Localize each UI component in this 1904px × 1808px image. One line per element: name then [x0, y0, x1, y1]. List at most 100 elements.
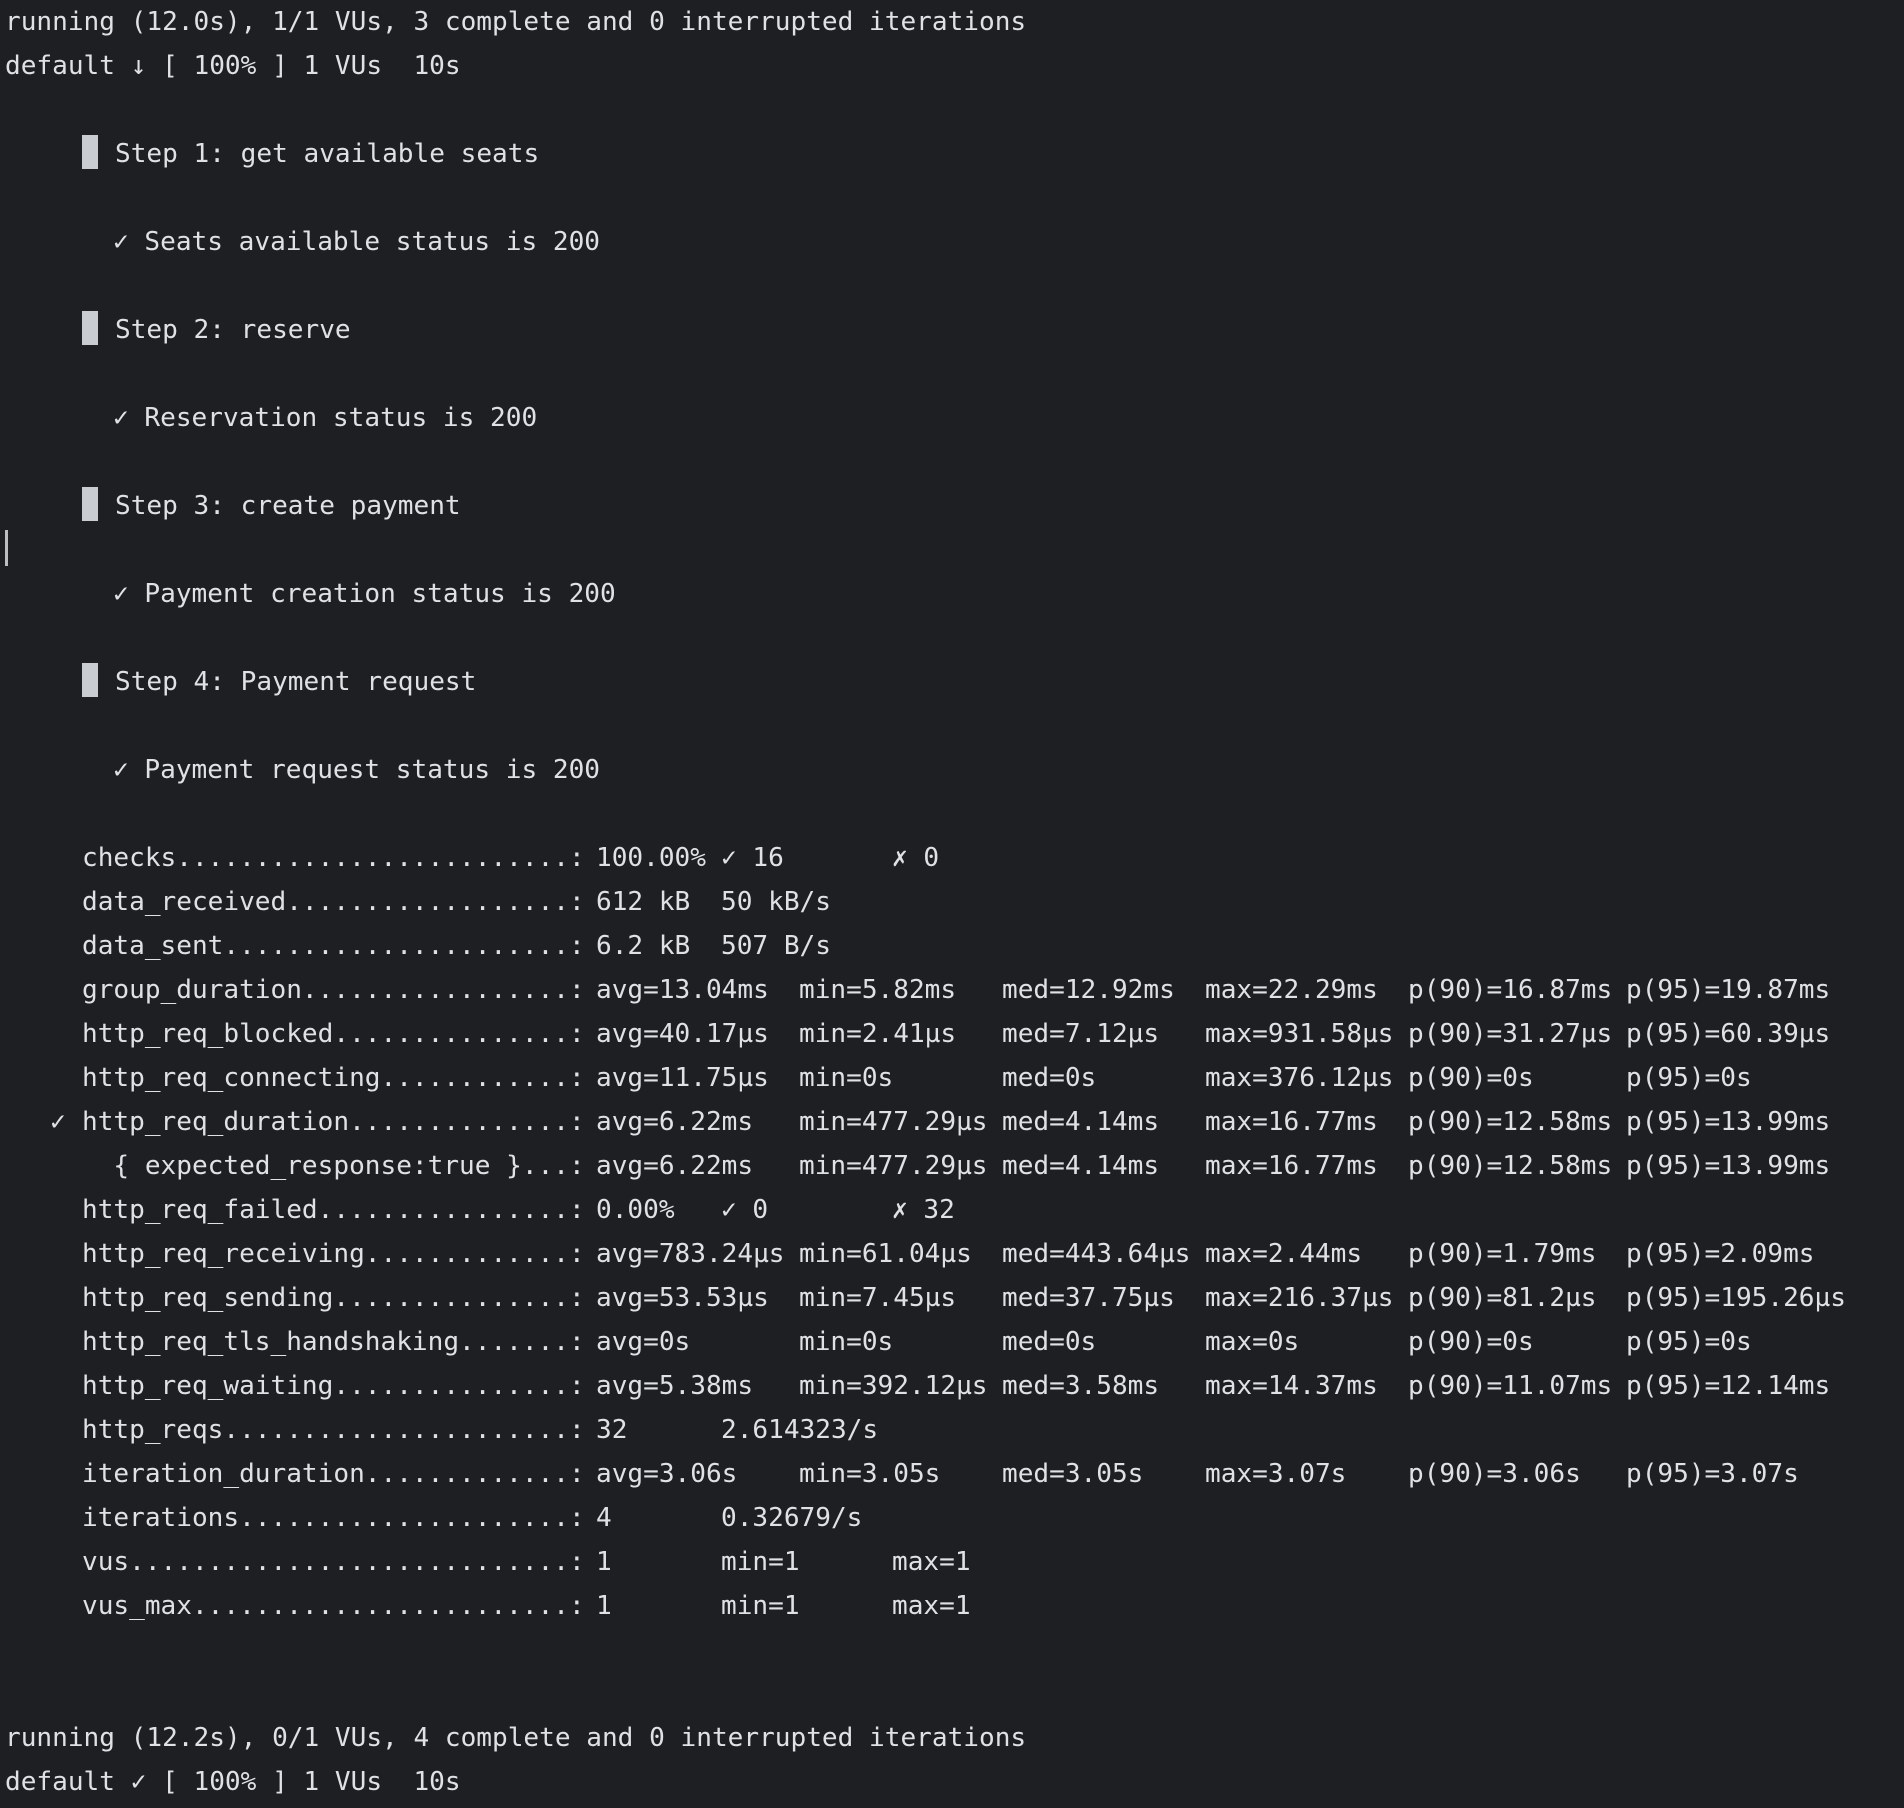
- final-run-status-line: running (12.2s), 0/1 VUs, 4 complete and…: [5, 1723, 1027, 1753]
- group-marker-icon: [82, 310, 98, 345]
- metric-name: vus............................:: [82, 1547, 585, 1577]
- metric-value: max=16.77ms: [1205, 1151, 1378, 1181]
- metric-value: min=61.04µs: [799, 1239, 972, 1269]
- metric-name: iterations.....................:: [82, 1503, 585, 1533]
- metric-name: group_duration.................:: [82, 975, 585, 1005]
- metric-value: 507 B/s: [721, 931, 831, 961]
- metric-value: p(95)=195.26µs: [1626, 1283, 1846, 1313]
- metric-value: max=14.37ms: [1205, 1371, 1378, 1401]
- metric-value: max=376.12µs: [1205, 1063, 1394, 1093]
- metric-name: iteration_duration.............:: [82, 1459, 585, 1489]
- metric-value: p(95)=0s: [1626, 1063, 1752, 1093]
- metric-value: ✗ 0: [892, 843, 940, 873]
- metric-value: 0.32679/s: [721, 1503, 863, 1533]
- metric-value: med=7.12µs: [1002, 1019, 1160, 1049]
- metric-value: avg=0s: [596, 1327, 691, 1357]
- group-step-2: Step 2: reserve: [82, 308, 351, 352]
- metric-value: p(95)=12.14ms: [1626, 1371, 1831, 1401]
- metric-value: 32: [596, 1415, 628, 1445]
- metric-value: 4: [596, 1503, 612, 1533]
- metric-name: http_req_duration..............:: [82, 1107, 585, 1137]
- metric-value: min=2.41µs: [799, 1019, 957, 1049]
- metric-value: avg=783.24µs: [596, 1239, 785, 1269]
- metric-value: max=931.58µs: [1205, 1019, 1394, 1049]
- metric-name: data_received..................:: [82, 887, 585, 917]
- metric-value: p(90)=3.06s: [1408, 1459, 1581, 1489]
- metric-value: p(95)=19.87ms: [1626, 975, 1831, 1005]
- metric-value: p(95)=2.09ms: [1626, 1239, 1815, 1269]
- metric-name: data_sent......................:: [82, 931, 585, 961]
- metric-name: http_req_receiving.............:: [82, 1239, 585, 1269]
- metric-value: p(95)=3.07s: [1626, 1459, 1799, 1489]
- metric-value: max=16.77ms: [1205, 1107, 1378, 1137]
- metric-value: p(95)=13.99ms: [1626, 1107, 1831, 1137]
- metric-value: min=477.29µs: [799, 1151, 988, 1181]
- metric-value: min=3.05s: [799, 1459, 941, 1489]
- metric-value: min=7.45µs: [799, 1283, 957, 1313]
- metric-value: avg=3.06s: [596, 1459, 738, 1489]
- metric-value: med=4.14ms: [1002, 1151, 1160, 1181]
- final-scenario-progress-line: default ✓ [ 100% ] 1 VUs 10s: [5, 1767, 461, 1797]
- metric-value: med=0s: [1002, 1327, 1097, 1357]
- metric-value: avg=53.53µs: [596, 1283, 769, 1313]
- metric-value: avg=6.22ms: [596, 1107, 754, 1137]
- metric-value: max=3.07s: [1205, 1459, 1347, 1489]
- check-result: ✓ Payment request status is 200: [113, 755, 601, 785]
- group-marker-icon: [82, 486, 98, 521]
- metric-value: max=216.37µs: [1205, 1283, 1394, 1313]
- group-title: Step 3: create payment: [115, 491, 461, 521]
- terminal-output[interactable]: running (12.0s), 1/1 VUs, 3 complete and…: [0, 0, 1904, 1808]
- metric-value: 2.614323/s: [721, 1415, 879, 1445]
- metric-value: p(90)=81.2µs: [1408, 1283, 1597, 1313]
- threshold-pass-icon: ✓: [50, 1107, 66, 1137]
- metric-name: checks.........................:: [82, 843, 585, 873]
- metric-name: http_req_waiting...............:: [82, 1371, 585, 1401]
- metric-value: 50 kB/s: [721, 887, 831, 917]
- metric-value: med=37.75µs: [1002, 1283, 1175, 1313]
- metric-value: ✗ 32: [892, 1195, 955, 1225]
- metric-value: 0.00%: [596, 1195, 675, 1225]
- metric-value: avg=11.75µs: [596, 1063, 769, 1093]
- text-cursor: [5, 530, 8, 566]
- metric-value: ✓ 16: [721, 843, 784, 873]
- metric-value: 100.00%: [596, 843, 706, 873]
- metric-name: { expected_response:true }...:: [82, 1151, 585, 1181]
- metric-value: 6.2 kB: [596, 931, 691, 961]
- metric-value: min=1: [721, 1591, 800, 1621]
- metric-value: p(90)=31.27µs: [1408, 1019, 1613, 1049]
- scenario-progress-line: default ↓ [ 100% ] 1 VUs 10s: [5, 51, 461, 81]
- metric-name: http_req_sending...............:: [82, 1283, 585, 1313]
- metric-value: med=443.64µs: [1002, 1239, 1191, 1269]
- metric-value: med=3.05s: [1002, 1459, 1144, 1489]
- group-marker-icon: [82, 134, 98, 169]
- metric-value: med=0s: [1002, 1063, 1097, 1093]
- check-result: ✓ Payment creation status is 200: [113, 579, 616, 609]
- metric-value: 1: [596, 1547, 612, 1577]
- metric-value: max=22.29ms: [1205, 975, 1378, 1005]
- group-marker-icon: [82, 662, 98, 697]
- group-step-1: Step 1: get available seats: [82, 132, 539, 176]
- metric-value: min=392.12µs: [799, 1371, 988, 1401]
- metric-value: p(90)=11.07ms: [1408, 1371, 1613, 1401]
- metric-value: min=0s: [799, 1327, 894, 1357]
- metric-value: avg=40.17µs: [596, 1019, 769, 1049]
- metric-value: ✓ 0: [721, 1195, 769, 1225]
- group-title: Step 4: Payment request: [115, 667, 477, 697]
- metric-value: p(95)=60.39µs: [1626, 1019, 1831, 1049]
- metric-name: vus_max........................:: [82, 1591, 585, 1621]
- group-title: Step 2: reserve: [115, 315, 351, 345]
- metric-value: min=477.29µs: [799, 1107, 988, 1137]
- metric-value: p(90)=1.79ms: [1408, 1239, 1597, 1269]
- group-title: Step 1: get available seats: [115, 139, 540, 169]
- metric-value: max=1: [892, 1591, 971, 1621]
- metric-value: 612 kB: [596, 887, 691, 917]
- check-result: ✓ Reservation status is 200: [113, 403, 538, 433]
- metric-value: avg=6.22ms: [596, 1151, 754, 1181]
- metric-value: max=0s: [1205, 1327, 1300, 1357]
- metric-name: http_req_connecting............:: [82, 1063, 585, 1093]
- metric-name: http_req_tls_handshaking.......:: [82, 1327, 585, 1357]
- metric-value: p(90)=16.87ms: [1408, 975, 1613, 1005]
- metric-value: med=4.14ms: [1002, 1107, 1160, 1137]
- metric-value: p(90)=0s: [1408, 1063, 1534, 1093]
- metric-value: p(90)=12.58ms: [1408, 1151, 1613, 1181]
